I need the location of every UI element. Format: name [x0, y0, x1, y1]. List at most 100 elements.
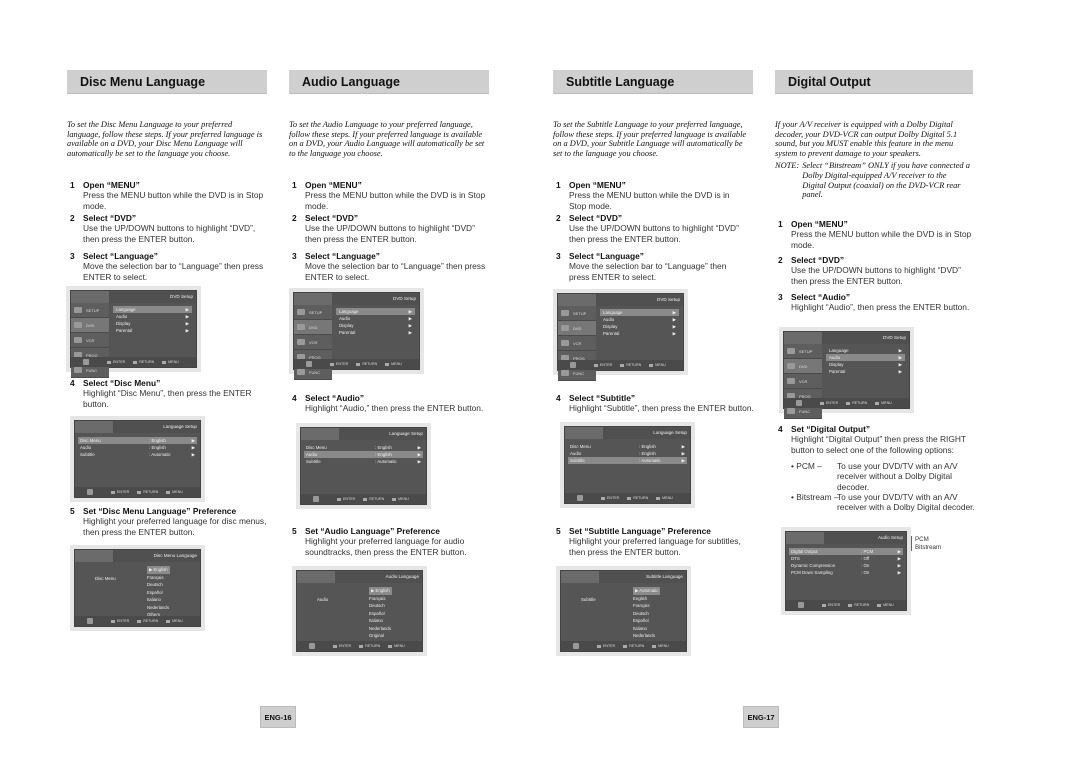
- arrow-right-icon: ▶: [408, 316, 412, 321]
- return-icon: [848, 603, 853, 607]
- menu-item-label: Language: [829, 348, 849, 353]
- option-label: Español: [147, 589, 163, 595]
- screen-title-bar: Language Setup: [565, 427, 690, 439]
- setting-value: : English: [639, 444, 656, 449]
- menu-item-display: Display ▶: [826, 361, 905, 368]
- footer-menu: MENU: [168, 360, 179, 364]
- setting-value: PCM: [863, 549, 874, 554]
- footer-return: RETURN: [365, 644, 381, 648]
- option-label: Nederlands: [369, 625, 391, 631]
- setup-icon: [787, 348, 795, 354]
- screen-title: Disc Menu Language: [113, 550, 200, 562]
- language-option: Italiano: [147, 596, 170, 604]
- language-option: Español: [369, 610, 392, 618]
- step-number: 2: [292, 213, 297, 223]
- footer-menu: MENU: [172, 619, 183, 623]
- language-option: Français: [369, 595, 392, 603]
- menu-item-label: Language: [116, 307, 136, 312]
- side-tab-label: DVD: [799, 363, 808, 369]
- menu-item-label: Display: [339, 323, 354, 328]
- section-title: Digital Output: [788, 74, 871, 89]
- screen-title-bar: DVD Setup: [294, 293, 419, 305]
- side-tab-label: VCR: [309, 339, 318, 345]
- screen-title: DVD Setup: [332, 293, 419, 305]
- option-label: • PCM –: [791, 461, 822, 471]
- menu-item-label: Audio: [116, 314, 128, 319]
- enter-icon: [111, 619, 115, 623]
- language-option: ▶ English: [369, 587, 392, 595]
- screen-title: Audio Language: [335, 571, 422, 583]
- step-3: 3 Select “Language” Move the selection bar…: [70, 251, 270, 282]
- screen-title: DVD Setup: [822, 332, 909, 344]
- arrow-right-icon: ▶: [897, 549, 901, 554]
- setting-key: Audio: [80, 445, 92, 450]
- selected-arrow-icon: ▶: [371, 588, 375, 593]
- menu-icon: [166, 619, 171, 623]
- screen-footer: ENTER RETURN MENU: [297, 641, 422, 651]
- vcr-icon: [297, 339, 305, 345]
- screen-title-bar: Audio Setup: [786, 532, 906, 544]
- setup-gear-icon: [573, 643, 579, 649]
- language-preference-screen: Disc Menu Language Disc Menu ▶ English Fran…: [70, 545, 205, 631]
- step-4: 4 Set “Digital Output” Highlight “Digital …: [778, 424, 973, 455]
- screen-title-bar: Audio Language: [297, 571, 422, 583]
- language-setup-screen: Language Setup Disc Menu: English ▶ Audio: …: [296, 423, 431, 509]
- arrow-right-icon: ▶: [897, 563, 901, 568]
- footer-return: RETURN: [143, 619, 159, 623]
- step-body: Move the selection bar to “Language” the…: [83, 261, 264, 282]
- side-tab-vcr: VCR: [294, 335, 332, 350]
- option-label: English: [633, 595, 648, 601]
- step-title: Open “MENU”: [83, 180, 140, 190]
- setting-key: Disc Menu: [306, 445, 327, 450]
- footer-menu: MENU: [655, 363, 666, 367]
- step-1: 1 Open “MENU” Press the MENU button while …: [292, 180, 492, 211]
- arrow-right-icon: ▶: [417, 445, 421, 450]
- language-option: Deutsch: [147, 581, 170, 589]
- screen-title-bar: Language Setup: [75, 421, 200, 433]
- step-body: Press the MENU button while the DVD is i…: [569, 190, 730, 211]
- menu-icon: [877, 603, 882, 607]
- intro-text: To set the Disc Menu Language to your pr…: [67, 120, 263, 158]
- screen-title-bar: DVD Setup: [784, 332, 909, 344]
- func-icon: [74, 367, 82, 373]
- language-option: Deutsch: [633, 610, 660, 618]
- footer-menu: MENU: [398, 497, 409, 501]
- option-label: Nederlands: [147, 604, 169, 610]
- setup-gear-icon: [309, 643, 315, 649]
- step-2: 2 Select “DVD” Use the UP/DOWN buttons to …: [556, 213, 746, 244]
- step-number: 2: [556, 213, 561, 223]
- option-label: Original: [369, 633, 384, 638]
- setting-key: PCM Down Sampling: [791, 570, 833, 575]
- menu-item-label: Display: [603, 324, 618, 329]
- func-icon: [561, 370, 569, 376]
- enter-icon: [337, 497, 341, 501]
- option-desc: To use your DVD/TV with an A/V receiver …: [837, 461, 958, 492]
- return-icon: [356, 362, 361, 366]
- step-4: 4 Select “Audio” Highlight “Audio,” then p…: [292, 393, 502, 414]
- footer-return: RETURN: [143, 490, 159, 494]
- side-tab-label: FUNC: [86, 367, 98, 373]
- arrow-right-icon: ▶: [672, 331, 676, 336]
- arrow-right-icon: ▶: [185, 328, 189, 333]
- setup-gear-icon: [83, 359, 89, 365]
- arrow-right-icon: ▶: [898, 369, 902, 374]
- step-body: Press the MENU button while the DVD is i…: [305, 190, 486, 211]
- preference-category: Audio: [317, 597, 329, 602]
- enter-icon: [597, 644, 601, 648]
- language-option: English: [633, 595, 660, 603]
- setting-key: DTS: [791, 556, 800, 561]
- step-title: Select “Language”: [305, 251, 380, 261]
- arrow-right-icon: ▶: [672, 317, 676, 322]
- menu-item-audio: Audio ▶: [113, 313, 192, 320]
- footer-enter: ENTER: [826, 401, 839, 405]
- setting-row: Subtitle: Automatic ▶: [78, 451, 197, 458]
- screen-footer: ENTER RETURN MENU: [565, 493, 690, 503]
- digital-output-callout: PCM Bitstream: [911, 536, 941, 551]
- preference-category: Disc Menu: [95, 576, 116, 581]
- intro-text: To set the Audio Language to your prefer…: [289, 120, 485, 158]
- dvd-icon: [297, 324, 305, 330]
- language-option: Nederlands: [147, 604, 170, 612]
- screen-title-bar: DVD Setup: [71, 291, 196, 303]
- step-body: Highlight “Subtitle”, then press the ENT…: [569, 403, 754, 414]
- setting-value: On: [863, 570, 870, 575]
